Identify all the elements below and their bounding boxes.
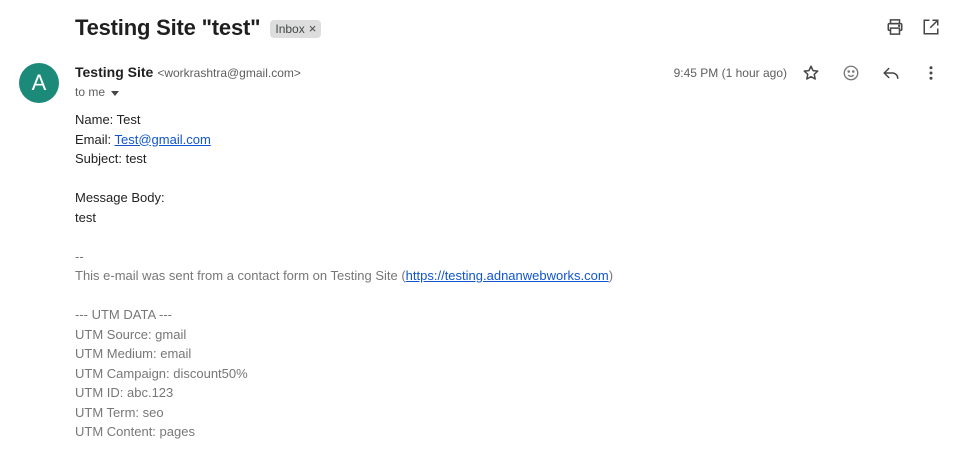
email-label: Email: xyxy=(75,131,115,147)
star-icon[interactable] xyxy=(801,63,821,83)
footer-link[interactable]: https://testing.adnanwebworks.com xyxy=(406,268,609,283)
sender-line: Testing Site <workrashtra@gmail.com> xyxy=(75,64,301,80)
utm-content: UTM Content: pages xyxy=(75,424,195,439)
footer-prefix: This e-mail was sent from a contact form… xyxy=(75,268,406,283)
chevron-down-icon[interactable] xyxy=(111,90,120,96)
subject-label: Subject: xyxy=(75,151,126,166)
utm-term: UTM Term: seo xyxy=(75,404,164,420)
email-body: Name: Test Email: Test@gmail.com Subject… xyxy=(75,110,935,442)
footer-line: This e-mail was sent from a contact form… xyxy=(75,266,935,286)
sender-email: <workrashtra@gmail.com> xyxy=(157,66,301,80)
utm-campaign: UTM Campaign: discount50% xyxy=(75,365,248,381)
open-in-new-window-icon[interactable] xyxy=(921,17,941,37)
subject-header: Testing Site "test" Inbox × xyxy=(75,12,322,44)
email-subject: Testing Site "test" xyxy=(75,15,261,40)
remove-label-icon[interactable]: × xyxy=(309,22,317,35)
subject-value: test xyxy=(125,151,147,166)
subject-line: Subject: test xyxy=(75,149,935,169)
name-line: Name: Test xyxy=(75,110,935,130)
reply-icon[interactable] xyxy=(881,63,901,83)
recipient-details-toggle[interactable]: to me xyxy=(75,85,120,99)
message-label: Message Body: xyxy=(75,190,165,205)
email-line: Email: Test@gmail.com xyxy=(75,130,935,150)
more-vert-icon[interactable] xyxy=(921,63,941,83)
email-view: Testing Site "test" Inbox × A Testing Si… xyxy=(0,0,963,474)
message-value: test xyxy=(75,209,96,225)
utm-source: UTM Source: gmail xyxy=(75,326,187,342)
name-label: Name: xyxy=(75,112,117,127)
footer-suffix: ) xyxy=(608,268,614,283)
thread-actions xyxy=(885,17,941,37)
label-chip-text: Inbox xyxy=(275,21,305,36)
utm-medium: UTM Medium: email xyxy=(75,346,192,361)
recipient-text: to me xyxy=(75,85,106,99)
email-link[interactable]: Test@gmail.com xyxy=(115,132,211,147)
inbox-label-chip[interactable]: Inbox × xyxy=(270,19,322,38)
sender-avatar[interactable]: A xyxy=(19,63,59,103)
sender-name[interactable]: Testing Site xyxy=(75,64,153,80)
signature-separator: -- xyxy=(75,248,84,264)
print-icon[interactable] xyxy=(885,17,905,37)
message-timestamp: 9:45 PM (1 hour ago) xyxy=(673,66,787,80)
message-actions: 9:45 PM (1 hour ago) xyxy=(674,63,941,83)
utm-id: UTM ID: abc.123 xyxy=(75,385,174,400)
name-value: Test xyxy=(116,112,141,127)
emoji-reaction-icon[interactable] xyxy=(841,63,861,83)
utm-header: --- UTM DATA --- xyxy=(75,307,172,322)
